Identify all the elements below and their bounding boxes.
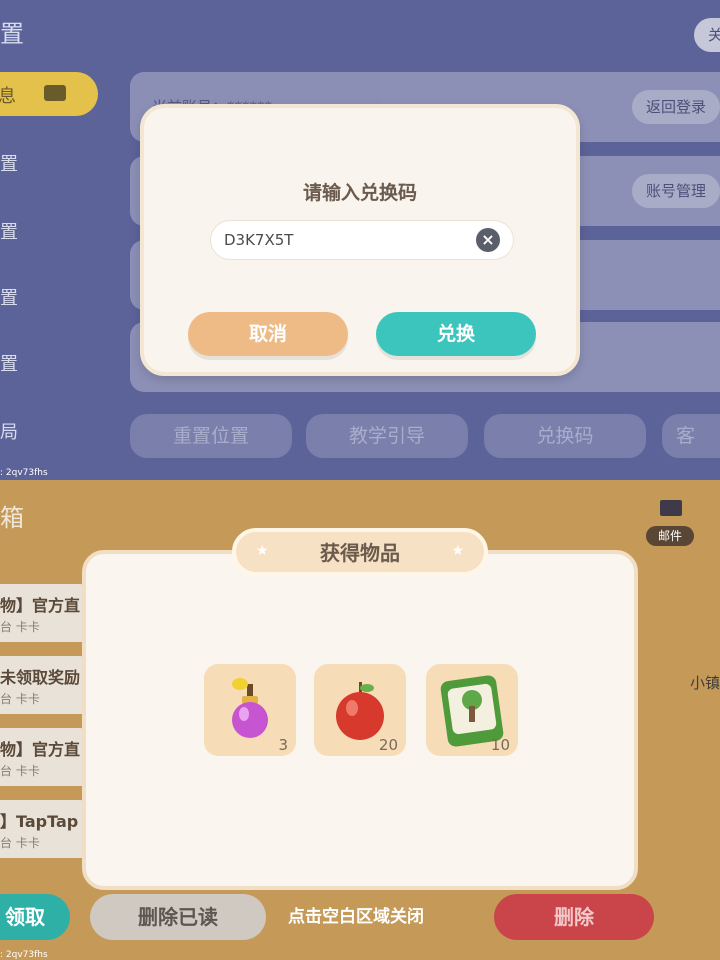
close-hint: 点击空白区域关闭 [288,907,424,927]
reward-title: 获得物品 [320,541,400,565]
sidebar-item[interactable]: 置 [0,284,18,310]
mail-list-item[interactable]: 物】官方直 台 卡卡 [0,584,90,642]
mail-detail-text: 小镇 [690,674,720,692]
mail-icon [660,500,682,516]
item-count: 3 [278,736,288,754]
mailbox-header: 箱 [0,504,24,532]
service-button[interactable]: 客 [662,414,720,458]
redeem-button[interactable]: 兑换 [376,312,536,356]
delete-button[interactable]: 删除 [494,894,654,940]
item-count: 10 [490,736,510,754]
star-icon: ★ [451,543,464,559]
sidebar-item-label: 息 [0,86,16,107]
mail-title: 】TapTap [0,812,79,831]
mail-sub: 台 卡卡 [0,764,40,778]
cancel-button[interactable]: 取消 [188,312,348,356]
clear-icon[interactable]: × [476,228,500,252]
mail-tab-label[interactable]: 邮件 [646,526,694,546]
mail-list-item[interactable]: 未领取奖励 台 卡卡 [0,656,90,714]
sidebar-item[interactable]: 置 [0,218,18,244]
redeem-code-input[interactable]: D3K7X5T × [210,220,514,260]
mail-sub: 台 卡卡 [0,692,40,706]
close-corner[interactable]: 关 [694,18,720,52]
sidebar-item[interactable]: 置 [0,350,18,376]
redeem-code-dialog: 请输入兑换码 D3K7X5T × 取消 兑换 [140,104,580,376]
uid-text: : 2qv73fhs [0,950,48,960]
claim-button[interactable]: 领取 [0,894,70,940]
return-login-button[interactable]: 返回登录 [632,90,720,124]
mail-list-item[interactable]: 物】官方直 台 卡卡 [0,728,90,786]
delete-read-button[interactable]: 删除已读 [90,894,266,940]
redeem-code-value: D3K7X5T [224,231,294,249]
sidebar-item[interactable]: 置 [0,150,18,176]
mail-sub: 台 卡卡 [0,836,40,850]
id-card-icon [44,85,66,101]
reward-header: ★ 获得物品 ★ [232,528,488,576]
mail-title: 未领取奖励 [0,668,81,687]
reward-item[interactable]: 3 [204,664,296,756]
mail-list-item[interactable]: 】TapTap 台 卡卡 [0,800,90,858]
account-manage-button[interactable]: 账号管理 [632,174,720,208]
dialog-title: 请输入兑换码 [302,182,417,204]
mail-title: 物】官方直 [0,740,81,759]
reset-position-button[interactable]: 重置位置 [130,414,292,458]
item-count: 20 [378,736,398,754]
mail-sub: 台 卡卡 [0,620,40,634]
uid-text: : 2qv73fhs [0,468,48,478]
tutorial-button[interactable]: 教学引导 [306,414,468,458]
reward-item[interactable]: 10 [426,664,518,756]
redeem-code-button[interactable]: 兑换码 [484,414,646,458]
settings-header: 置 [0,20,24,48]
sidebar-item[interactable]: 局 [0,418,18,444]
sidebar-tab-active[interactable]: 息 [0,72,98,116]
mail-title: 物】官方直 [0,596,81,615]
reward-item[interactable]: 20 [314,664,406,756]
